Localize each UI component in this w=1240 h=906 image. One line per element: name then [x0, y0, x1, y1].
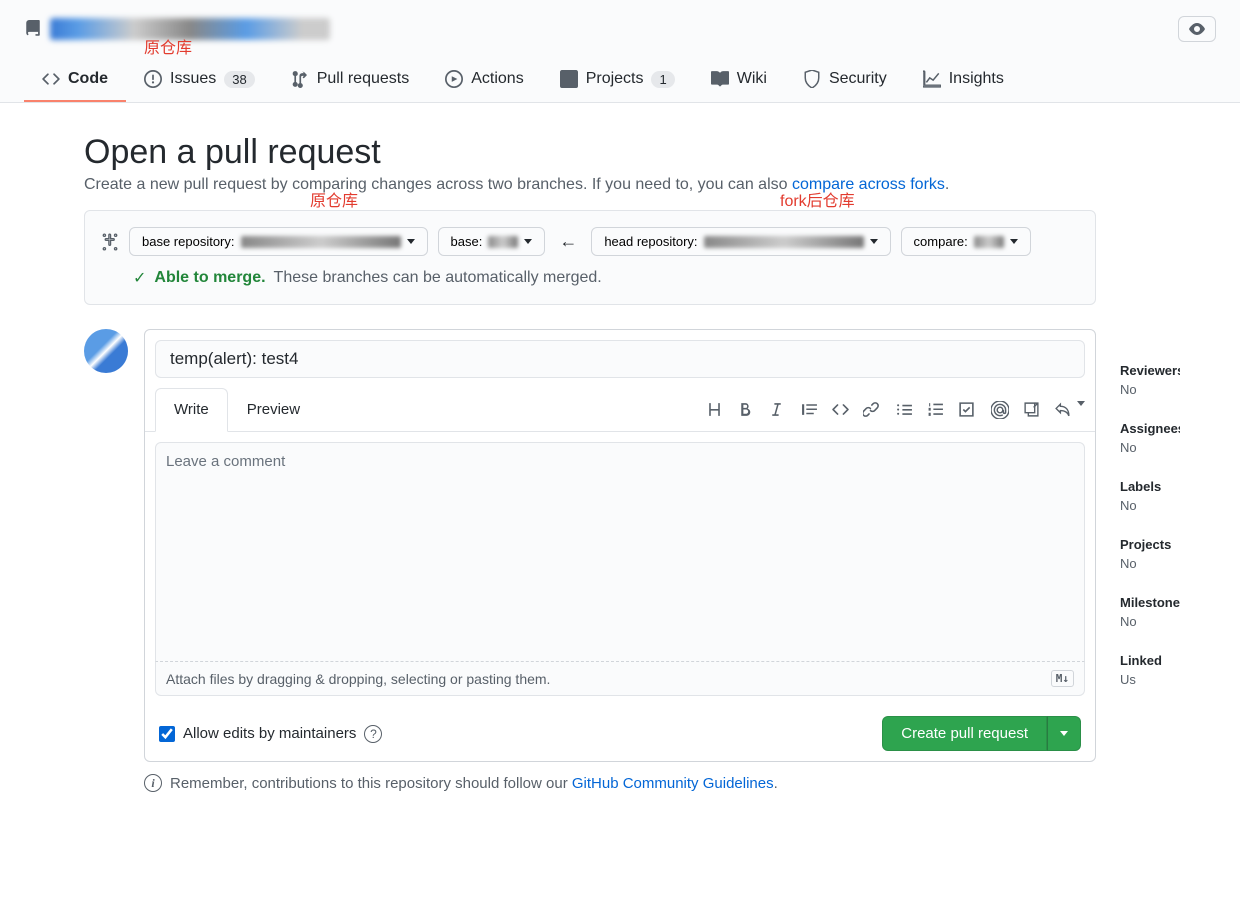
repo-icon — [24, 20, 42, 38]
write-tab[interactable]: Write — [155, 388, 228, 432]
eye-icon — [1189, 21, 1205, 37]
head-repo-selector[interactable]: head repository: — [591, 227, 890, 256]
tab-label: Actions — [471, 70, 523, 88]
project-icon — [560, 70, 578, 88]
allow-edits-input[interactable] — [159, 726, 175, 742]
crossref-icon[interactable] — [1023, 401, 1040, 418]
tab-count: 38 — [224, 71, 254, 88]
graph-icon — [923, 70, 941, 88]
guidelines-link[interactable]: GitHub Community Guidelines — [572, 775, 774, 792]
mention-icon[interactable] — [991, 401, 1009, 419]
base-branch-selector[interactable]: base: — [438, 227, 546, 256]
code-block-icon[interactable] — [832, 401, 849, 418]
create-pr-button[interactable]: Create pull request — [882, 716, 1047, 751]
tab-label: Projects — [586, 70, 644, 88]
annotation-fork-repo: fork后仓库 — [780, 187, 855, 211]
chevron-down-icon — [870, 239, 878, 244]
page-subtitle: Create a new pull request by comparing c… — [84, 176, 1096, 194]
tab-label: Wiki — [737, 70, 767, 88]
sidebar-milestone[interactable]: MilestoneNo — [1120, 595, 1180, 629]
tab-count: 1 — [651, 71, 674, 88]
info-icon: i — [144, 774, 162, 792]
preview-tab[interactable]: Preview — [228, 388, 319, 431]
sidebar-assignees[interactable]: AssigneesNo — [1120, 421, 1180, 455]
heading-icon[interactable] — [706, 401, 723, 418]
ul-icon[interactable] — [896, 401, 913, 418]
tab-pulls[interactable]: Pull requests — [273, 58, 428, 102]
sidebar-labels[interactable]: LabelsNo — [1120, 479, 1180, 513]
ol-icon[interactable] — [927, 401, 944, 418]
allow-edits-checkbox[interactable]: Allow edits by maintainers ? — [159, 725, 382, 743]
chevron-down-icon — [1010, 239, 1018, 244]
pr-icon — [291, 70, 309, 88]
tab-actions[interactable]: Actions — [427, 58, 541, 102]
chevron-down-icon — [1060, 731, 1068, 736]
sidebar-projects[interactable]: ProjectsNo — [1120, 537, 1180, 571]
code-icon — [42, 70, 60, 88]
base-repo-selector[interactable]: base repository: — [129, 227, 428, 256]
attach-bar[interactable]: Attach files by dragging & dropping, sel… — [155, 662, 1085, 696]
compare-box: 原仓库 fork后仓库 base repository: base: ← hea… — [84, 210, 1096, 305]
markdown-badge[interactable]: M↓ — [1051, 670, 1074, 687]
bold-icon[interactable] — [737, 401, 754, 418]
help-icon[interactable]: ? — [364, 725, 382, 743]
compare-icon — [101, 233, 119, 251]
tab-label: Code — [68, 70, 108, 88]
watch-button[interactable] — [1178, 16, 1216, 42]
sidebar-linked[interactable]: LinkedUs — [1120, 653, 1180, 687]
pr-title-input[interactable] — [155, 340, 1085, 378]
annotation-orig-repo-2: 原仓库 — [310, 187, 358, 211]
link-icon[interactable] — [863, 401, 880, 418]
avatar — [84, 329, 128, 373]
tab-wiki[interactable]: Wiki — [693, 58, 785, 102]
sidebar-reviewers[interactable]: ReviewersNo — [1120, 363, 1180, 397]
book-icon — [711, 70, 729, 88]
merge-status: ✓ Able to merge. These branches can be a… — [133, 268, 1079, 288]
create-pr-dropdown[interactable] — [1047, 716, 1081, 751]
check-icon: ✓ — [133, 268, 146, 288]
tab-label: Security — [829, 70, 887, 88]
quote-icon[interactable] — [801, 401, 818, 418]
tab-security[interactable]: Security — [785, 58, 905, 102]
compare-branch-selector[interactable]: compare: — [901, 227, 1031, 256]
tab-label: Insights — [949, 70, 1004, 88]
comment-textarea[interactable] — [155, 442, 1085, 662]
chevron-down-icon — [407, 239, 415, 244]
reply-icon[interactable] — [1054, 401, 1071, 418]
tasklist-icon[interactable] — [958, 401, 975, 418]
tab-issues[interactable]: Issues 38 — [126, 58, 273, 102]
annotation-orig-repo: 原仓库 — [144, 34, 192, 58]
repo-tabs: Code Issues 38 Pull requests Actions Pro… — [24, 58, 1216, 102]
chevron-down-icon[interactable] — [1077, 401, 1085, 406]
tab-code[interactable]: Code — [24, 58, 126, 102]
italic-icon[interactable] — [768, 401, 785, 418]
tab-label: Pull requests — [317, 70, 410, 88]
guidelines-note: i Remember, contributions to this reposi… — [84, 762, 1096, 812]
shield-icon — [803, 70, 821, 88]
page-title: Open a pull request — [84, 133, 1096, 172]
play-icon — [445, 70, 463, 88]
tab-insights[interactable]: Insights — [905, 58, 1022, 102]
chevron-down-icon — [524, 239, 532, 244]
tab-projects[interactable]: Projects 1 — [542, 58, 693, 102]
issue-icon — [144, 70, 162, 88]
arrow-left-icon: ← — [555, 231, 581, 252]
tab-label: Issues — [170, 70, 216, 88]
